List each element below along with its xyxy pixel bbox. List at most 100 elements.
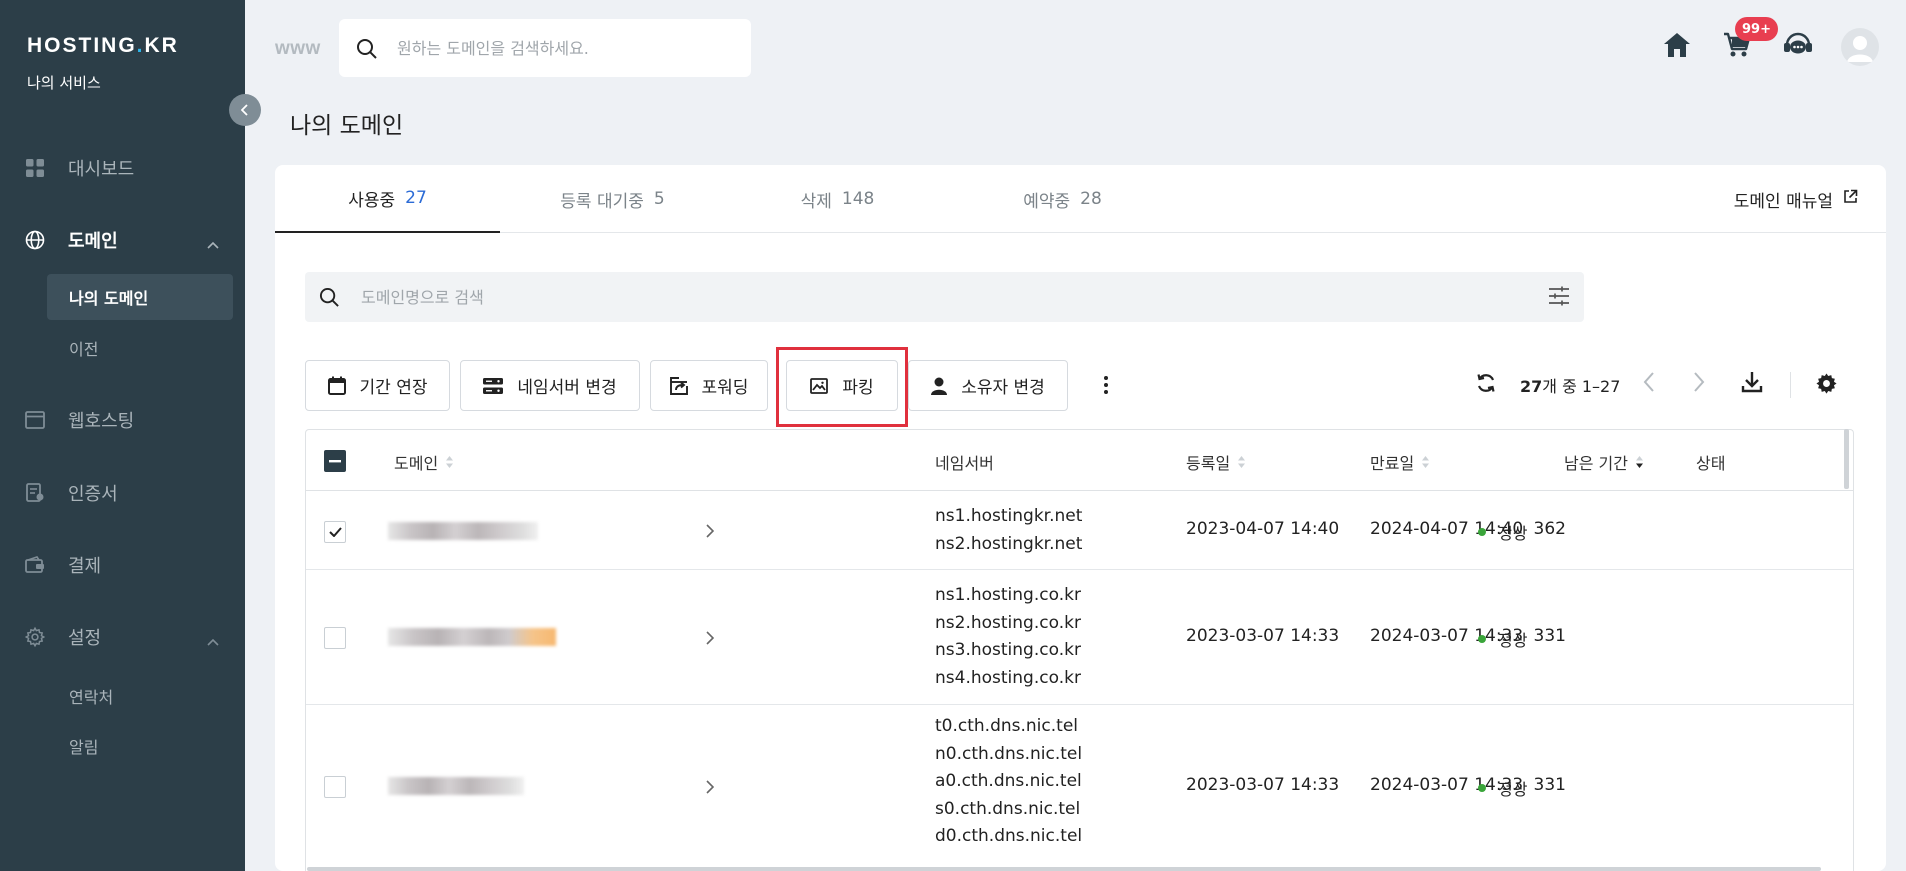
sidebar-sub-contacts[interactable]: 연락처 — [47, 673, 233, 719]
person-icon — [931, 377, 948, 395]
column-header-domain[interactable]: 도메인 — [394, 450, 454, 474]
tab-label: 삭제 — [800, 191, 832, 212]
row-checkbox[interactable] — [324, 521, 346, 543]
sidebar-label-payment: 결제 — [68, 556, 102, 577]
column-header-label: 등록일 — [1186, 454, 1231, 473]
parking-label: 파킹 — [842, 378, 874, 398]
sidebar-item-dashboard[interactable]: 대시보드 — [0, 148, 245, 188]
row-checkbox[interactable] — [324, 627, 346, 649]
sidebar-label-domain: 도메인 — [68, 231, 118, 252]
chevron-right-icon[interactable] — [706, 523, 715, 542]
result-count: 27개 중 1–27 — [1520, 373, 1620, 397]
sidebar-item-settings[interactable]: 설정 — [0, 617, 245, 657]
sort-icon — [1422, 456, 1430, 468]
tab-deleted[interactable]: 삭제 148 — [725, 165, 950, 233]
table-vertical-scrollbar[interactable] — [1844, 429, 1849, 489]
home-button[interactable] — [1662, 30, 1692, 60]
sidebar-sub-label-transfer: 이전 — [69, 340, 99, 359]
chevron-right-icon[interactable] — [706, 630, 715, 649]
tab-count: 27 — [405, 188, 427, 208]
sidebar-collapse-button[interactable] — [229, 94, 261, 126]
more-vertical-icon — [1104, 376, 1108, 394]
refresh-icon[interactable] — [1475, 372, 1497, 398]
chevron-up-icon[interactable] — [207, 631, 219, 650]
support-chat-icon — [1784, 32, 1812, 54]
support-chat-button[interactable] — [1783, 30, 1813, 60]
table-header: 도메인 네임서버 등록일 만료일 남은 기간 상태 — [306, 430, 1853, 491]
gear-icon — [25, 626, 45, 648]
tab-reserved[interactable]: 예약중 28 — [950, 165, 1175, 233]
table-row[interactable]: ns1.hosting.co.kr ns2.hosting.co.kr ns3.… — [306, 571, 1853, 705]
parking-button[interactable]: 파킹 — [786, 360, 898, 411]
table-row[interactable]: t0.cth.dns.nic.tel n0.cth.dns.nic.tel a0… — [306, 706, 1853, 871]
domain-manual-link[interactable]: 도메인 매뉴얼 — [1734, 165, 1858, 233]
nameserver: ns2.hosting.co.kr — [935, 612, 1081, 633]
gear-icon[interactable] — [1815, 372, 1838, 399]
domain-list-card: 사용중 27 등록 대기중 5 삭제 148 예약중 28 도메인 매뉴얼 도메… — [275, 165, 1886, 871]
extend-period-button[interactable]: 기간 연장 — [305, 360, 450, 411]
change-nameserver-label: 네임서버 변경 — [517, 378, 617, 398]
status-badge: 정상 — [1478, 627, 1527, 651]
tab-count: 28 — [1080, 189, 1102, 209]
wallet-icon — [25, 555, 45, 575]
forwarding-button[interactable]: 포워딩 — [650, 360, 768, 411]
column-header-nameserver: 네임서버 — [935, 450, 994, 474]
change-owner-button[interactable]: 소유자 변경 — [908, 360, 1068, 411]
table-horizontal-scrollbar[interactable] — [307, 867, 1821, 871]
domain-name-search — [305, 272, 1584, 322]
sidebar-sub-my-domain[interactable]: 나의 도메인 — [47, 274, 233, 320]
nameserver: ns4.hosting.co.kr — [935, 667, 1081, 688]
sidebar-sub-transfer[interactable]: 이전 — [47, 325, 233, 371]
change-nameserver-button[interactable]: 네임서버 변경 — [460, 360, 640, 411]
column-header-status: 상태 — [1696, 450, 1725, 474]
nameserver: s0.cth.dns.nic.tel — [935, 798, 1081, 819]
logo-text: HOSTING — [27, 34, 137, 57]
nameserver: ns3.hosting.co.kr — [935, 640, 1081, 660]
forwarding-label: 포워딩 — [701, 378, 749, 398]
status-label: 정상 — [1498, 780, 1528, 799]
table-row[interactable]: ns1.hostingkr.net ns2.hostingkr.net 2023… — [306, 492, 1853, 570]
more-actions-button[interactable] — [1091, 370, 1121, 400]
tab-label: 등록 대기중 — [560, 191, 644, 212]
sidebar-sub-notifications[interactable]: 알림 — [47, 723, 233, 769]
domain-name-redacted[interactable] — [388, 522, 538, 540]
chevron-up-icon[interactable] — [207, 234, 219, 253]
top-search-input[interactable] — [397, 35, 737, 61]
sidebar-sub-label-notifications: 알림 — [69, 738, 99, 757]
sidebar-item-webhosting[interactable]: 웹호스팅 — [0, 400, 245, 440]
chevron-left-icon[interactable] — [1643, 371, 1655, 397]
nameserver: n0.cth.dns.nic.tel — [935, 743, 1083, 764]
external-link-icon — [1843, 189, 1858, 209]
image-icon — [810, 377, 829, 394]
nameserver: t0.cth.dns.nic.tel — [935, 716, 1078, 736]
logo[interactable]: HOSTING.KR — [27, 34, 179, 58]
domain-table: 도메인 네임서버 등록일 만료일 남은 기간 상태 ns1.hostingkr.… — [305, 429, 1854, 871]
chevron-right-icon[interactable] — [706, 779, 715, 798]
row-checkbox[interactable] — [324, 776, 346, 798]
column-header-remaining[interactable]: 남은 기간 — [1564, 450, 1643, 474]
domain-name-redacted[interactable] — [388, 628, 556, 646]
result-count-total: 27 — [1520, 377, 1543, 396]
status-dot — [1478, 635, 1486, 643]
domain-search-input[interactable] — [361, 284, 1511, 310]
domain-name-redacted[interactable] — [388, 777, 524, 795]
tab-pending-registration[interactable]: 등록 대기중 5 — [500, 165, 725, 233]
tab-label: 사용중 — [348, 190, 396, 211]
logo-dot: . — [136, 34, 145, 57]
tab-in-use[interactable]: 사용중 27 — [275, 165, 500, 233]
browser-window-icon — [25, 410, 45, 430]
sidebar-item-payment[interactable]: 결제 — [0, 545, 245, 585]
chevron-right-icon[interactable] — [1693, 371, 1705, 397]
column-header-registered[interactable]: 등록일 — [1186, 450, 1246, 474]
download-icon[interactable] — [1741, 371, 1763, 397]
tab-count: 148 — [841, 189, 875, 209]
user-avatar[interactable] — [1841, 28, 1879, 66]
sidebar-item-domain[interactable]: 도메인 — [0, 220, 245, 260]
column-header-expires[interactable]: 만료일 — [1370, 450, 1430, 474]
sidebar-item-certificate[interactable]: 인증서 — [0, 473, 245, 513]
status-badge: 정상 — [1478, 520, 1527, 544]
dashboard-icon — [25, 158, 45, 178]
filter-sliders-icon[interactable] — [1548, 286, 1570, 310]
select-all-checkbox[interactable] — [324, 450, 346, 472]
status-dot — [1478, 528, 1486, 536]
